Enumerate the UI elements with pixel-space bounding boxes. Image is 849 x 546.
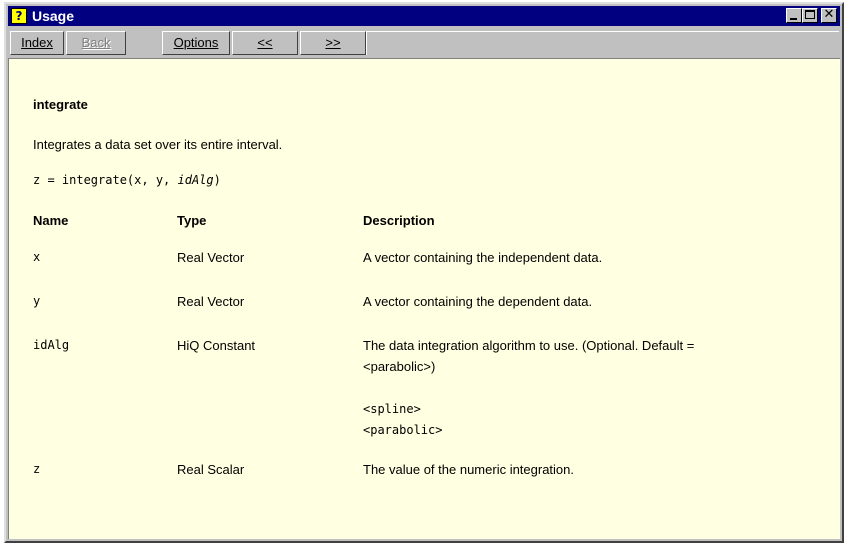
topic-summary: Integrates a data set over its entire in… [33,137,283,152]
help-content[interactable]: integrate Integrates a data set over its… [8,58,840,539]
options-button[interactable]: Options [162,31,230,55]
header-description: Description [363,213,435,228]
syntax-suffix: ) [213,173,221,187]
topic-title: integrate [33,97,88,112]
maximize-icon [805,10,815,19]
previous-topic-button[interactable]: << [232,31,298,55]
minimize-icon [790,18,797,20]
title-bar[interactable]: ? Usage ✕ [8,6,840,26]
maximize-button[interactable] [802,8,818,23]
param-name: z [33,462,41,476]
param-type: Real Vector [177,294,245,309]
window-title: Usage [32,8,75,24]
syntax-prefix: z = integrate(x, y, [33,173,178,187]
header-name: Name [33,213,69,228]
param-description: A vector containing the independent data… [363,250,603,265]
next-topic-button[interactable]: >> [300,31,366,55]
toolbar: Index Back Options << >> [8,28,840,57]
choice-list: <spline> <parabolic> [363,399,442,441]
param-description: The data integration algorithm to use. (… [363,338,695,374]
param-type: Real Vector [177,250,245,265]
param-name: idAlg [33,338,70,352]
minimize-button[interactable] [786,8,802,23]
syntax-line: z = integrate(x, y, idAlg) [33,173,221,187]
syntax-italic-param: idAlg [177,173,214,187]
index-button[interactable]: Index [10,31,64,55]
choice-item: <spline> [363,402,421,416]
close-button[interactable]: ✕ [821,7,837,23]
param-name: y [33,294,41,308]
back-button[interactable]: Back [66,31,126,55]
toolbar-spacer [366,31,839,55]
close-icon: ✕ [823,7,835,22]
header-type: Type [177,213,207,228]
choice-item: <parabolic> [363,423,443,437]
param-type: HiQ Constant [177,338,256,353]
param-name: x [33,250,41,264]
help-icon[interactable]: ? [11,8,27,24]
usage-window: ? Usage ✕ Index Back Options << >> integ… [4,2,844,543]
param-type: Real Scalar [177,462,245,477]
param-description: A vector containing the dependent data. [363,294,593,309]
param-description: The value of the numeric integration. [363,462,575,477]
